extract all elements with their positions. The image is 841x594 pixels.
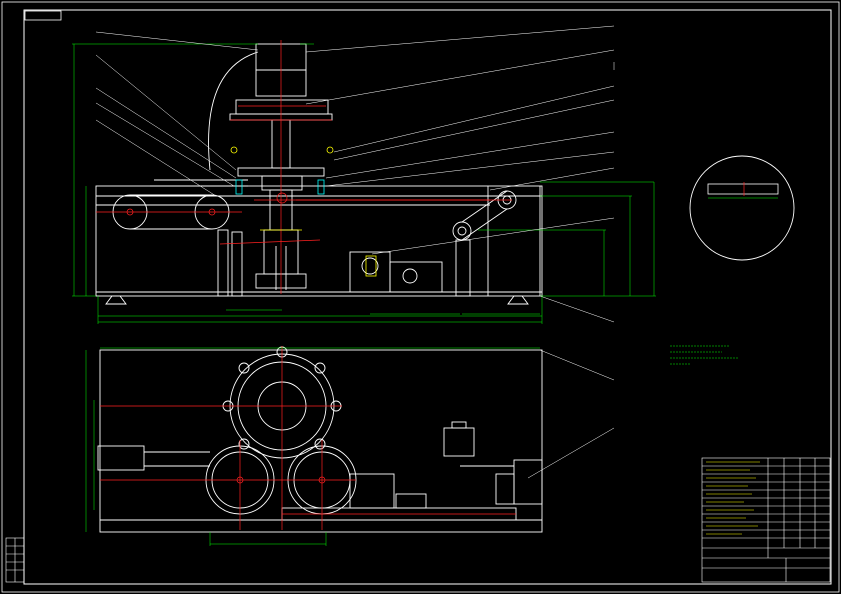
leader-lines-front: [95, 25, 615, 323]
leader-lines-plan: [527, 349, 615, 479]
plan-view: [97, 346, 543, 533]
front-dimensions: [72, 43, 656, 324]
corner-stamp: [24, 10, 62, 21]
front-elevation: [95, 43, 543, 305]
front-red-lines: [96, 40, 512, 294]
left-margin-table: [5, 537, 25, 583]
plan-red-lines: [100, 346, 516, 530]
title-block: [701, 457, 831, 583]
sheet-frame: [1, 1, 840, 593]
front-detail-accents: [230, 146, 377, 277]
section-circle: [689, 155, 795, 261]
cad-drawing: [1, 1, 840, 593]
technical-notes: [670, 345, 738, 365]
